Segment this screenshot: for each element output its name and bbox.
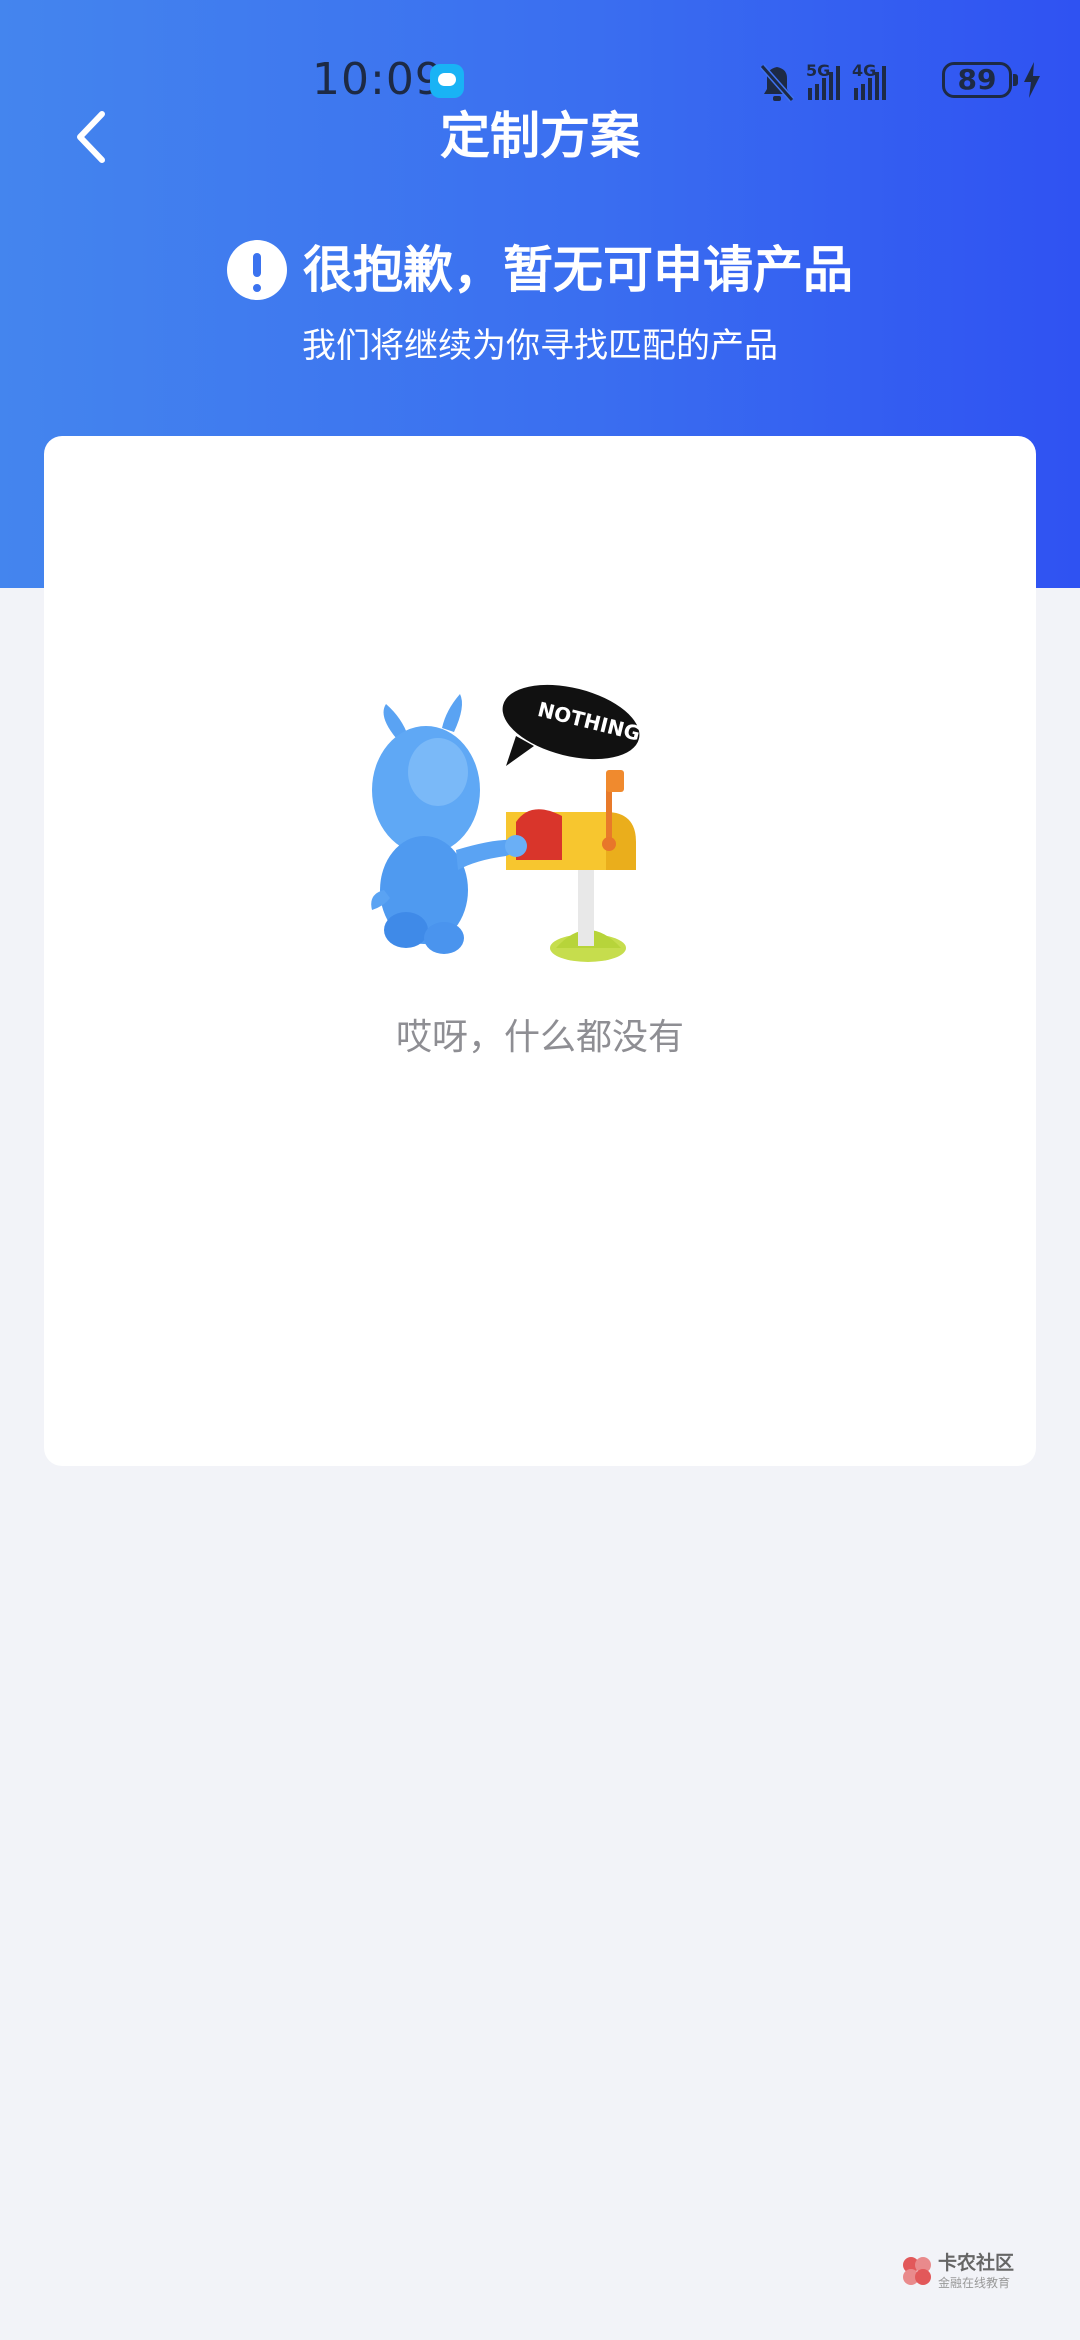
watermark: 卡农社区 金融在线教育 — [900, 2250, 1030, 2294]
status-icons: 5G 4G — [760, 61, 886, 102]
watermark-name: 卡农社区 — [938, 2252, 1015, 2274]
notice-subtitle: 我们将继续为你寻找匹配的产品 — [302, 326, 778, 366]
signal-5g-label: 5G — [806, 61, 830, 80]
signal-4g-label: 4G — [852, 61, 876, 80]
empty-mailbox-illustration: NOTHING... — [371, 684, 665, 962]
nothing-speech-bubble: NOTHING... — [502, 684, 665, 766]
status-time: 10:09 — [312, 54, 444, 105]
charging-icon — [1024, 62, 1040, 98]
notice-title: 很抱歉，暂无可申请产品 — [303, 241, 853, 299]
empty-message: 哎呀，什么都没有 — [395, 1017, 684, 1058]
exclamation-circle-icon — [227, 240, 287, 300]
battery-icon: 89 — [942, 62, 1018, 98]
notice-row: 很抱歉，暂无可申请产品 — [0, 236, 1080, 304]
blue-mascot — [371, 694, 527, 954]
message-app-icon — [430, 64, 464, 98]
watermark-subtitle: 金融在线教育 — [938, 2276, 1011, 2290]
kanong-logo-icon — [903, 2257, 931, 2285]
bell-muted-icon — [760, 64, 795, 102]
page-title: 定制方案 — [440, 107, 640, 165]
mailbox — [506, 770, 636, 962]
